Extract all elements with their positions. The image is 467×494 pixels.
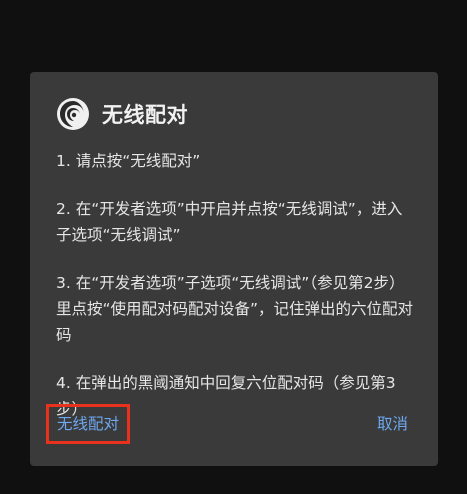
wireless-pairing-dialog: 无线配对 1. 请点按“无线配对” 2. 在“开发者选项”中开启并点按“无线调试… [30,72,438,466]
instruction-step-1: 1. 请点按“无线配对” [56,152,201,170]
swirl-logo-icon [57,98,89,130]
dialog-actions: 无线配对 取消 [30,404,438,444]
instruction-step-2: 2. 在“开发者选项”中开启并点按“无线调试”，进入子选项“无线调试” [56,200,403,244]
dialog-header: 无线配对 [56,94,414,134]
instruction-step-3: 3. 在“开发者选项”子选项“无线调试”（参见第2步）里点按“使用配对码配对设备… [56,274,414,344]
dialog-title: 无线配对 [102,103,188,127]
cancel-button[interactable]: 取消 [369,404,416,444]
wireless-pair-button[interactable]: 无线配对 [46,404,131,444]
